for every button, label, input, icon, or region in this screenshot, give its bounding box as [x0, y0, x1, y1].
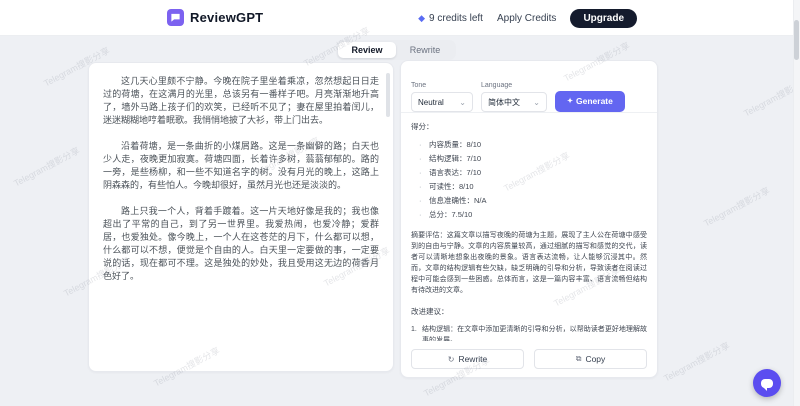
top-navbar: ReviewGPT ◆ 9 credits left Apply Credits… [0, 0, 800, 36]
generation-controls: Tone Neutral ⌄ Language 简体中文 ⌄ ✦ Generat… [401, 61, 657, 113]
watermark: Telegram搜影分享 [702, 185, 772, 229]
summary-paragraph: 摘要评估：这篇文章以描写夜晚的荷塘为主题，展现了主人公在荷塘中感受到的自由与宁静… [411, 232, 647, 294]
mode-tabs: Review Rewrite [336, 40, 456, 60]
copy-icon: ⧉ [575, 354, 582, 363]
essay-textarea[interactable]: 这几天心里颇不宁静。今晚在院子里坐着乘凉，忽然想起日日走过的荷塘，在这满月的光里… [103, 75, 379, 359]
copy-button[interactable]: ⧉ Copy [534, 349, 647, 369]
review-result-card: Tone Neutral ⌄ Language 简体中文 ⌄ ✦ Generat… [400, 60, 658, 378]
tab-rewrite[interactable]: Rewrite [396, 42, 454, 58]
generate-label: Generate [576, 96, 613, 106]
gem-icon: ◆ [418, 12, 426, 23]
credits-counter: ◆ 9 credits left [418, 13, 483, 24]
language-label: Language [481, 82, 513, 89]
watermark: Telegram搜影分享 [742, 75, 800, 119]
score-item: 语言表达：7/10 [411, 169, 647, 178]
language-value: 简体中文 [488, 97, 520, 107]
chevron-down-icon: ⌄ [459, 97, 466, 107]
scores-heading: 得分： [411, 122, 434, 131]
tab-review[interactable]: Review [338, 42, 396, 58]
language-field: Language 简体中文 ⌄ [481, 82, 547, 112]
essay-paragraph: 这几天心里颇不宁静。今晚在院子里坐着乘凉，忽然想起日日走过的荷塘，在这满月的光里… [103, 76, 379, 125]
suggestion-item: 1. 结构逻辑：在文章中添加更清晰的引导和分析，以帮助读者更好地理解故事的发展。 [411, 326, 647, 341]
score-list: 内容质量：8/10 结构逻辑：7/10 语言表达：7/10 可读性：8/10 信… [411, 141, 647, 220]
tone-value: Neutral [418, 97, 444, 107]
result-actions: ↻ Rewrite ⧉ Copy [411, 349, 647, 369]
brand: ReviewGPT [167, 9, 263, 26]
chevron-down-icon: ⌄ [533, 97, 540, 107]
watermark: Telegram搜影分享 [12, 145, 82, 189]
sparkle-icon: ✦ [567, 98, 573, 105]
rewrite-icon: ↻ [447, 354, 455, 364]
upgrade-button[interactable]: Upgrade [570, 8, 637, 28]
editor-scrollbar[interactable] [386, 73, 390, 117]
app-logo-icon [167, 9, 184, 26]
score-item: 信息准确性：N/A [411, 197, 647, 206]
chat-bubble-icon [761, 378, 773, 391]
generate-button[interactable]: ✦ Generate [555, 90, 625, 112]
score-item: 可读性：8/10 [411, 183, 647, 192]
score-item: 内容质量：8/10 [411, 141, 647, 150]
suggestions-heading: 改进建议： [411, 307, 449, 316]
tone-select[interactable]: Neutral ⌄ [411, 92, 473, 112]
credits-text: 9 credits left [429, 12, 483, 24]
essay-input-card[interactable]: 这几天心里颇不宁静。今晚在院子里坐着乘凉，忽然想起日日走过的荷塘，在这满月的光里… [88, 62, 394, 372]
chat-widget-button[interactable] [753, 369, 781, 397]
page-scrollbar[interactable] [793, 0, 800, 406]
rewrite-label: Rewrite [458, 354, 488, 364]
watermark: Telegram搜影分享 [662, 340, 732, 384]
rewrite-button[interactable]: ↻ Rewrite [411, 349, 524, 369]
app-title: ReviewGPT [190, 10, 264, 25]
score-item: 总分：7.5/10 [411, 211, 647, 220]
score-item: 结构逻辑：7/10 [411, 155, 647, 164]
suggestion-list: 1. 结构逻辑：在文章中添加更清晰的引导和分析，以帮助读者更好地理解故事的发展。 … [411, 324, 647, 341]
essay-paragraph: 路上只我一个人，背着手踱着。这一片天地好像是我的；我也像超出了平常的自己，到了另… [103, 206, 379, 281]
page-scrollbar-thumb[interactable] [794, 20, 799, 60]
tone-label: Tone [411, 82, 427, 89]
tone-field: Tone Neutral ⌄ [411, 82, 473, 112]
copy-label: Copy [585, 354, 606, 364]
review-output: 得分： 内容质量：8/10 结构逻辑：7/10 语言表达：7/10 可读性：8/… [411, 121, 647, 341]
language-select[interactable]: 简体中文 ⌄ [481, 92, 547, 112]
apply-credits-link[interactable]: Apply Credits [497, 13, 556, 24]
essay-paragraph: 沿着荷塘，是一条曲折的小煤屑路。这是一条幽僻的路；白天也少人走，夜晚更加寂寞。荷… [103, 141, 379, 190]
header-actions: ◆ 9 credits left Apply Credits Upgrade [418, 0, 637, 36]
